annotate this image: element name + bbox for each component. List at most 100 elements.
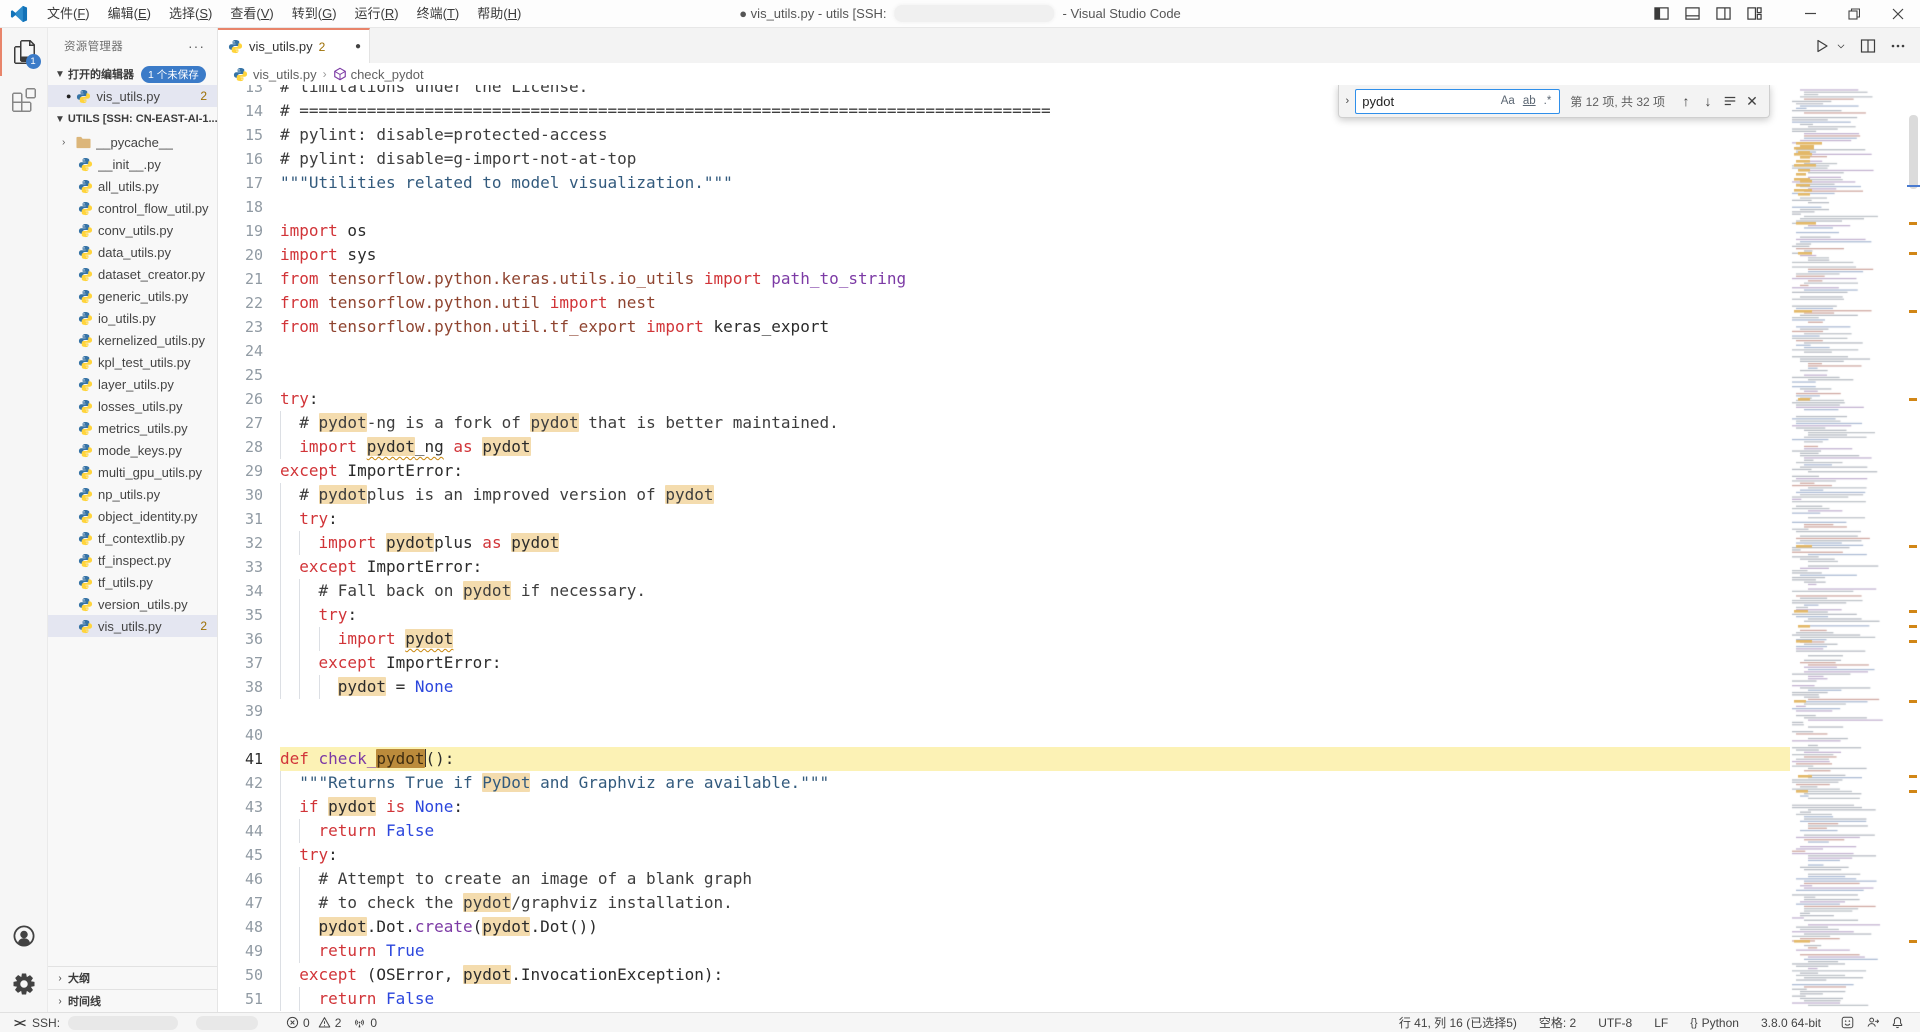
run-python-file-icon[interactable] [1814, 38, 1830, 54]
breadcrumb-symbol[interactable]: check_pydot [351, 67, 424, 82]
tree-item-all_utils.py[interactable]: all_utils.py [48, 175, 217, 197]
tree-item-generic_utils.py[interactable]: generic_utils.py [48, 285, 217, 307]
code-line-20[interactable]: 20import sys [218, 243, 1790, 267]
code-line-44[interactable]: 44 return False [218, 819, 1790, 843]
code-line-23[interactable]: 23from tensorflow.python.util.tf_export … [218, 315, 1790, 339]
minimap[interactable] [1790, 85, 1907, 1012]
code-line-16[interactable]: 16# pylint: disable=g-import-not-at-top [218, 147, 1790, 171]
explorer-activity-icon[interactable]: 1 [0, 28, 48, 76]
code-line-39[interactable]: 39 [218, 699, 1790, 723]
tree-item-dataset_creator.py[interactable]: dataset_creator.py [48, 263, 217, 285]
split-editor-icon[interactable] [1860, 38, 1876, 54]
code-line-15[interactable]: 15# pylint: disable=protected-access [218, 123, 1790, 147]
tree-item-mode_keys.py[interactable]: mode_keys.py [48, 439, 217, 461]
open-editors-header[interactable]: ▼ 打开的编辑器 1 个未保存 [48, 63, 217, 85]
run-dropdown-icon[interactable] [1836, 38, 1846, 54]
workspace-folder-header[interactable]: ▼ UTILS [SSH: CN-EAST-AI-1... [48, 107, 217, 131]
tree-item-io_utils.py[interactable]: io_utils.py [48, 307, 217, 329]
regex-icon[interactable]: .* [1540, 95, 1556, 107]
code-line-25[interactable]: 25 [218, 363, 1790, 387]
code-line-31[interactable]: 31 try: [218, 507, 1790, 531]
share-person-icon[interactable] [1860, 1016, 1885, 1029]
code-line-28[interactable]: 28 import pydot_ng as pydot [218, 435, 1790, 459]
code-line-24[interactable]: 24 [218, 339, 1790, 363]
overview-ruler[interactable] [1907, 85, 1920, 1012]
breadcrumb-file[interactable]: vis_utils.py [253, 67, 317, 82]
code-line-37[interactable]: 37 except ImportError: [218, 651, 1790, 675]
menu-item-t[interactable]: 终端(T) [408, 0, 469, 27]
menu-item-s[interactable]: 选择(S) [160, 0, 221, 27]
menu-item-g[interactable]: 转到(G) [283, 0, 346, 27]
timeline-section[interactable]: › 时间线 [48, 989, 217, 1012]
tree-item-control_flow_util.py[interactable]: control_flow_util.py [48, 197, 217, 219]
tree-item-multi_gpu_utils.py[interactable]: multi_gpu_utils.py [48, 461, 217, 483]
tree-item-__pycache__[interactable]: ›__pycache__ [48, 131, 217, 153]
tab-vis-utils[interactable]: vis_utils.py 2 ● [218, 28, 370, 63]
indentation[interactable]: 空格: 2 [1533, 1014, 1582, 1031]
close-window-button[interactable] [1876, 0, 1920, 27]
next-match-icon[interactable]: ↓ [1697, 90, 1719, 112]
find-input[interactable]: pydot Aa ab .* [1355, 89, 1560, 114]
extensions-activity-icon[interactable] [0, 76, 48, 124]
tree-item-layer_utils.py[interactable]: layer_utils.py [48, 373, 217, 395]
remote-indicator[interactable]: >< SSH: [8, 1016, 264, 1030]
notifications-bell-icon[interactable] [1885, 1016, 1910, 1029]
code-line-17[interactable]: 17"""Utilities related to model visualiz… [218, 171, 1790, 195]
code-line-48[interactable]: 48 pydot.Dot.create(pydot.Dot()) [218, 915, 1790, 939]
tree-item-__init__.py[interactable]: __init__.py [48, 153, 217, 175]
code-line-51[interactable]: 51 return False [218, 987, 1790, 1011]
menu-item-e[interactable]: 编辑(E) [99, 0, 160, 27]
find-query-text[interactable]: pydot [1362, 94, 1496, 109]
tree-item-tf_inspect.py[interactable]: tf_inspect.py [48, 549, 217, 571]
menu-item-h[interactable]: 帮助(H) [468, 0, 530, 27]
python-interpreter[interactable]: 3.8.0 64-bit [1755, 1016, 1827, 1030]
code-line-40[interactable]: 40 [218, 723, 1790, 747]
code-line-35[interactable]: 35 try: [218, 603, 1790, 627]
cursor-position[interactable]: 行 41, 列 16 (已选择5) [1393, 1014, 1523, 1031]
code-line-50[interactable]: 50 except (OSError, pydot.InvocationExce… [218, 963, 1790, 987]
customize-layout-icon[interactable] [1747, 6, 1762, 21]
minimize-button[interactable] [1788, 0, 1832, 27]
eol-selector[interactable]: LF [1648, 1016, 1674, 1030]
code-line-30[interactable]: 30 # pydotplus is an improved version of… [218, 483, 1790, 507]
code-line-33[interactable]: 33 except ImportError: [218, 555, 1790, 579]
language-mode[interactable]: {} Python [1684, 1016, 1745, 1030]
tree-item-kernelized_utils.py[interactable]: kernelized_utils.py [48, 329, 217, 351]
tab-modified-dot-icon[interactable]: ● [355, 41, 361, 52]
toggle-replace-icon[interactable]: › [1339, 95, 1355, 107]
settings-gear-icon[interactable] [0, 960, 48, 1008]
code-line-36[interactable]: 36 import pydot [218, 627, 1790, 651]
tree-item-losses_utils.py[interactable]: losses_utils.py [48, 395, 217, 417]
previous-match-icon[interactable]: ↑ [1675, 90, 1697, 112]
code-line-21[interactable]: 21from tensorflow.python.keras.utils.io_… [218, 267, 1790, 291]
code-line-19[interactable]: 19import os [218, 219, 1790, 243]
tree-item-np_utils.py[interactable]: np_utils.py [48, 483, 217, 505]
ports-indicator[interactable]: 0 [347, 1016, 383, 1030]
code-line-45[interactable]: 45 try: [218, 843, 1790, 867]
code-line-18[interactable]: 18 [218, 195, 1790, 219]
tree-item-tf_utils.py[interactable]: tf_utils.py [48, 571, 217, 593]
menu-item-r[interactable]: 运行(R) [346, 0, 408, 27]
match-case-icon[interactable]: Aa [1497, 95, 1519, 107]
code-line-46[interactable]: 46 # Attempt to create an image of a bla… [218, 867, 1790, 891]
code-line-27[interactable]: 27 # pydot-ng is a fork of pydot that is… [218, 411, 1790, 435]
sidebar-more-actions-icon[interactable]: ··· [188, 38, 205, 54]
tree-item-object_identity.py[interactable]: object_identity.py [48, 505, 217, 527]
code-line-49[interactable]: 49 return True [218, 939, 1790, 963]
code-line-47[interactable]: 47 # to check the pydot/graphviz install… [218, 891, 1790, 915]
tree-item-version_utils.py[interactable]: version_utils.py [48, 593, 217, 615]
tree-item-metrics_utils.py[interactable]: metrics_utils.py [48, 417, 217, 439]
encoding[interactable]: UTF-8 [1592, 1016, 1638, 1030]
code-line-42[interactable]: 42 """Returns True if PyDot and Graphviz… [218, 771, 1790, 795]
restore-button[interactable] [1832, 0, 1876, 27]
open-editor-item[interactable]: ● vis_utils.py 2 [48, 85, 217, 107]
problems-indicator[interactable]: 0 2 [280, 1016, 347, 1030]
scrollbar-slider[interactable] [1909, 115, 1918, 189]
code-line-41[interactable]: 41def check_pydot(): [218, 747, 1790, 771]
code-editor[interactable]: 13# limitations under the License.14# ==… [218, 85, 1920, 1012]
toggle-secondary-sidebar-icon[interactable] [1716, 6, 1731, 21]
toggle-panel-icon[interactable] [1685, 6, 1700, 21]
code-line-29[interactable]: 29except ImportError: [218, 459, 1790, 483]
menu-item-f[interactable]: 文件(F) [38, 0, 99, 27]
code-line-43[interactable]: 43 if pydot is None: [218, 795, 1790, 819]
